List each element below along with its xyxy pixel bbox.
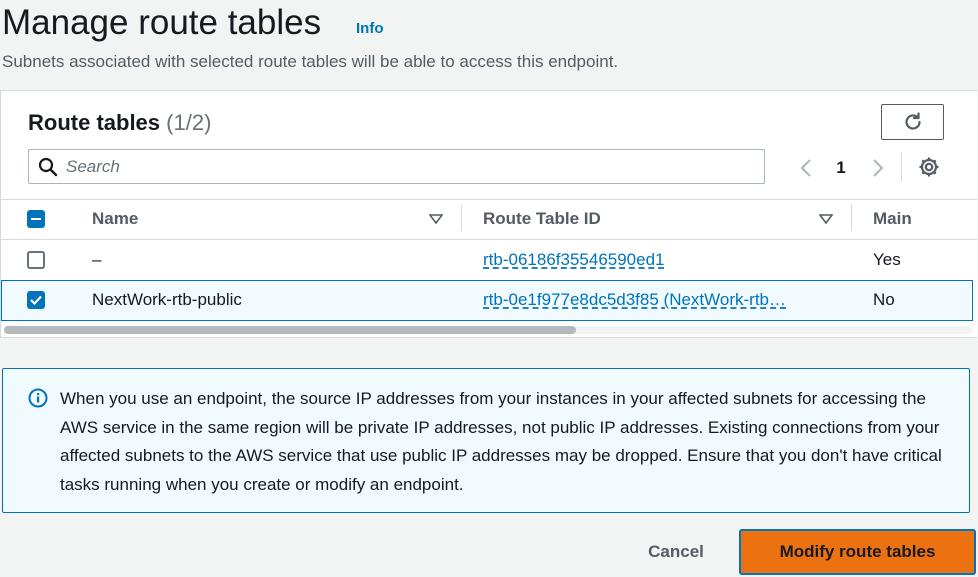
row-main: No — [873, 290, 895, 309]
column-header-name[interactable]: Name — [92, 209, 138, 229]
table-top-border — [1, 199, 977, 200]
page-title: Manage route tables — [2, 3, 322, 42]
route-table-id-link[interactable]: rtb-0e1f977e8dc5d3f85 (NextWork-rtb… — [483, 290, 786, 310]
column-header-main[interactable]: Main — [873, 209, 912, 229]
refresh-button[interactable] — [881, 104, 944, 140]
sort-down-icon[interactable] — [429, 214, 443, 224]
search-icon — [38, 157, 58, 177]
column-divider — [461, 205, 462, 231]
page-number[interactable]: 1 — [833, 156, 849, 180]
refresh-icon — [904, 112, 921, 130]
sort-down-icon[interactable] — [819, 214, 833, 224]
column-header-route-table-id[interactable]: Route Table ID — [483, 209, 601, 229]
panel-title: Route tables (1/2) — [28, 110, 211, 136]
header-bottom-border — [1, 239, 977, 240]
row-name: – — [92, 250, 102, 269]
selection-count: (1/2) — [166, 110, 212, 135]
cancel-button[interactable]: Cancel — [628, 534, 724, 570]
info-circle-icon — [28, 388, 48, 408]
chevron-right-icon[interactable] — [868, 156, 888, 180]
row-name: NextWork-rtb-public — [92, 290, 242, 309]
column-divider — [851, 205, 852, 231]
row-checkbox[interactable] — [27, 251, 45, 269]
horizontal-scrollbar-thumb[interactable] — [4, 326, 576, 334]
search-input[interactable] — [66, 150, 756, 183]
row-main: Yes — [873, 250, 901, 269]
indeterminate-icon — [31, 218, 41, 220]
alert-message: When you use an endpoint, the source IP … — [60, 389, 942, 494]
panel-title-label: Route tables — [28, 110, 161, 135]
chevron-left-icon[interactable] — [796, 156, 816, 180]
info-link[interactable]: Info — [356, 20, 384, 37]
checkmark-icon — [30, 295, 42, 305]
route-table-id-link[interactable]: rtb-06186f35546590ed1 — [483, 250, 665, 270]
gear-icon[interactable] — [917, 155, 941, 179]
select-all-checkbox[interactable] — [27, 210, 45, 228]
modify-route-tables-button[interactable]: Modify route tables — [739, 529, 976, 575]
page-description: Subnets associated with selected route t… — [2, 52, 619, 71]
pager-divider — [901, 152, 902, 182]
row-checkbox[interactable] — [27, 291, 45, 309]
